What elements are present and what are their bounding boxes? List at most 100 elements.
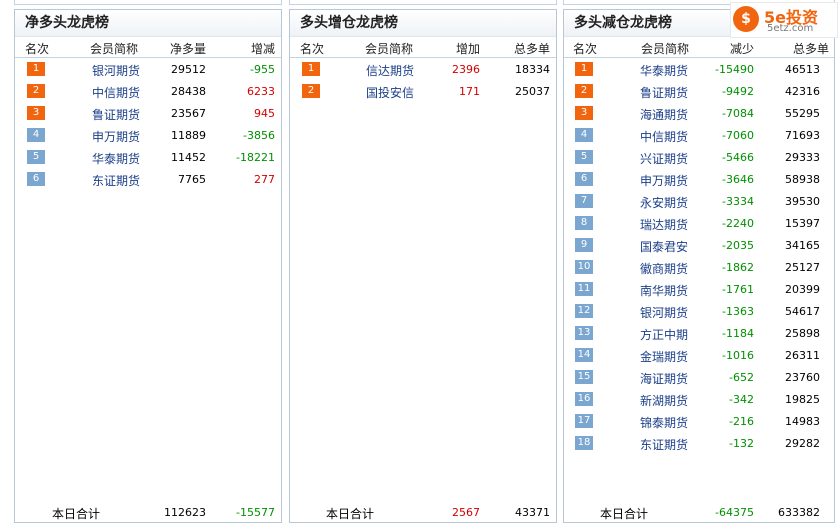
member-name-link[interactable]: 方正中期 [640, 326, 688, 343]
table-row: 7 永安期货 -3334 39530 [564, 190, 834, 212]
site-logo[interactable]: $ 5e投资 5etz.com [730, 2, 838, 38]
rank-badge: 5 [27, 150, 45, 164]
total-long-value: 23760 [785, 371, 820, 384]
member-name-link[interactable]: 瑞达期货 [640, 216, 688, 233]
rank-badge: 9 [575, 238, 593, 252]
daily-total-change: 633382 [778, 506, 820, 519]
total-long-value: 29333 [785, 151, 820, 164]
dollar-icon: $ [733, 6, 759, 32]
position-value: -132 [729, 437, 754, 450]
total-long-value: 46513 [785, 63, 820, 76]
position-value: -1184 [722, 327, 754, 340]
position-value: -1363 [722, 305, 754, 318]
col-value-header: 净多量 [169, 42, 206, 56]
change-value: 6233 [247, 85, 275, 98]
daily-total-value: 2567 [452, 506, 480, 519]
table-row: 15 海证期货 -652 23760 [564, 366, 834, 388]
ranking-list: 1 银河期货 29512 -955 2 中信期货 28438 6233 3 鲁证期货 23567 94… [15, 58, 281, 190]
rank-badge: 13 [575, 326, 593, 340]
table-row: 12 银河期货 -1363 54617 [564, 300, 834, 322]
table-row: 1 银河期货 29512 -955 [15, 58, 281, 80]
col-member-header: 会员简称 [365, 42, 414, 56]
position-value: 171 [459, 85, 480, 98]
member-name-link[interactable]: 申万期货 [92, 128, 140, 145]
position-value: -1761 [722, 283, 754, 296]
total-long-value: 42316 [785, 85, 820, 98]
position-value: 29512 [171, 63, 206, 76]
table-row: 10 徽商期货 -1862 25127 [564, 256, 834, 278]
rank-badge: 15 [575, 370, 593, 384]
member-name-link[interactable]: 海证期货 [640, 370, 688, 387]
member-name-link[interactable]: 银河期货 [92, 62, 140, 79]
position-value: -7084 [722, 107, 754, 120]
member-name-link[interactable]: 东证期货 [92, 172, 140, 189]
position-value: 23567 [171, 107, 206, 120]
col-member-header: 会员简称 [641, 42, 690, 56]
member-name-link[interactable]: 新湖期货 [640, 392, 688, 409]
panel-title: 净多头龙虎榜 [15, 10, 281, 37]
member-name-link[interactable]: 信达期货 [366, 62, 414, 79]
member-name-link[interactable]: 华泰期货 [92, 150, 140, 167]
rank-badge: 3 [575, 106, 593, 120]
total-long-value: 58938 [785, 173, 820, 186]
table-row: 3 海通期货 -7084 55295 [564, 102, 834, 124]
position-value: -7060 [722, 129, 754, 142]
member-name-link[interactable]: 银河期货 [640, 304, 688, 321]
rank-badge: 1 [575, 62, 593, 76]
position-value: -15490 [715, 63, 754, 76]
total-long-value: 20399 [785, 283, 820, 296]
rank-badge: 6 [575, 172, 593, 186]
member-name-link[interactable]: 中信期货 [640, 128, 688, 145]
table-row: 5 兴证期货 -5466 29333 [564, 146, 834, 168]
col-rank-header: 名次 [573, 42, 598, 56]
member-name-link[interactable]: 东证期货 [640, 436, 688, 453]
daily-total-value: -64375 [715, 506, 754, 519]
rank-badge: 2 [27, 84, 45, 98]
position-value: -5466 [722, 151, 754, 164]
daily-total-change: 43371 [515, 506, 550, 519]
member-name-link[interactable]: 华泰期货 [640, 62, 688, 79]
change-value: -3856 [243, 129, 275, 142]
change-value: 277 [254, 173, 275, 186]
table-row: 6 申万期货 -3646 58938 [564, 168, 834, 190]
member-name-link[interactable]: 鲁证期货 [640, 84, 688, 101]
logo-domain: 5etz.com [767, 23, 814, 34]
rank-badge: 16 [575, 392, 593, 406]
long-increase-ranking-panel: 多头增仓龙虎榜 名次 会员简称 增加 总多单 1 信达期货 2396 18334 2 国投安信 171… [289, 9, 557, 523]
member-name-link[interactable]: 国泰君安 [640, 238, 688, 255]
table-row: 18 东证期货 -132 29282 [564, 432, 834, 454]
ranking-list: 1 信达期货 2396 18334 2 国投安信 171 25037 [290, 58, 556, 102]
member-name-link[interactable]: 鲁证期货 [92, 106, 140, 123]
position-value: -652 [729, 371, 754, 384]
total-long-value: 55295 [785, 107, 820, 120]
table-row: 16 新湖期货 -342 19825 [564, 388, 834, 410]
member-name-link[interactable]: 南华期货 [640, 282, 688, 299]
position-value: -2240 [722, 217, 754, 230]
rank-badge: 2 [302, 84, 320, 98]
position-value: 2396 [452, 63, 480, 76]
change-value: -18221 [236, 151, 275, 164]
total-long-value: 29282 [785, 437, 820, 450]
position-value: 7765 [178, 173, 206, 186]
table-row: 5 华泰期货 11452 -18221 [15, 146, 281, 168]
col-change-header: 总多单 [792, 42, 829, 56]
member-name-link[interactable]: 锦泰期货 [640, 414, 688, 431]
table-header: 名次 会员简称 净多量 增减 [15, 37, 281, 58]
total-long-value: 26311 [785, 349, 820, 362]
table-header: 名次 会员简称 增加 总多单 [290, 37, 556, 58]
daily-total-row: 本日合计 2567 43371 [290, 502, 556, 522]
member-name-link[interactable]: 徽商期货 [640, 260, 688, 277]
total-long-value: 14983 [785, 415, 820, 428]
daily-total-change: -15577 [236, 506, 275, 519]
member-name-link[interactable]: 中信期货 [92, 84, 140, 101]
member-name-link[interactable]: 国投安信 [366, 84, 414, 101]
rank-badge: 1 [302, 62, 320, 76]
rank-badge: 6 [27, 172, 45, 186]
member-name-link[interactable]: 申万期货 [640, 172, 688, 189]
daily-total-row: 本日合计 -64375 633382 [564, 502, 834, 522]
daily-total-label: 本日合计 [52, 507, 101, 521]
member-name-link[interactable]: 金瑞期货 [640, 348, 688, 365]
member-name-link[interactable]: 海通期货 [640, 106, 688, 123]
member-name-link[interactable]: 永安期货 [640, 194, 688, 211]
member-name-link[interactable]: 兴证期货 [640, 150, 688, 167]
